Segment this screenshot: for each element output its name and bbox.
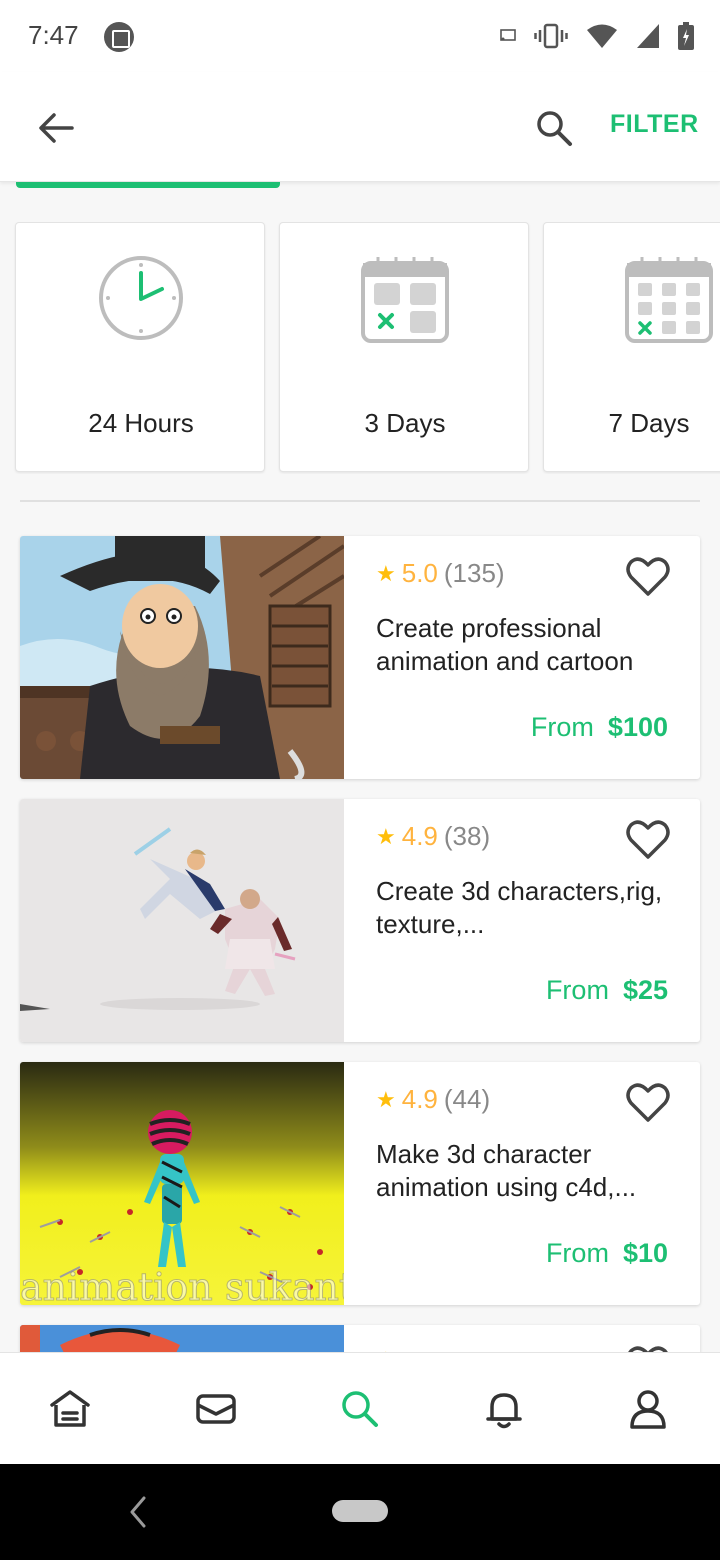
delivery-option-label: 3 Days — [364, 408, 446, 438]
gig-thumbnail[interactable] — [20, 536, 344, 779]
bell-icon — [486, 1393, 522, 1429]
gig-price: From $100 — [531, 712, 668, 743]
heart-icon[interactable] — [624, 815, 672, 863]
price-prefix: From — [530, 712, 594, 742]
price-prefix: From — [545, 975, 609, 1005]
rating-count: (44) — [443, 1084, 491, 1114]
status-time: 7:47 — [28, 20, 79, 50]
gig-title[interactable]: Create 3d characters,rig, texture,... — [376, 875, 676, 941]
price-amount: $100 — [607, 712, 668, 742]
delivery-option-7-days[interactable]: 7 Days — [543, 222, 720, 472]
pirate-cartoon-image — [20, 536, 344, 779]
user-icon — [630, 1390, 666, 1429]
rating-score: 5.0 — [401, 558, 438, 588]
nav-home[interactable] — [46, 1385, 94, 1433]
calendar-week-icon — [625, 257, 713, 343]
nav-inbox[interactable] — [192, 1385, 240, 1433]
star-icon: ★ — [376, 823, 396, 849]
system-home-pill[interactable] — [332, 1500, 388, 1522]
system-back-icon[interactable] — [128, 1494, 148, 1530]
heart-icon[interactable] — [624, 552, 672, 600]
filter-button[interactable]: FILTER — [610, 110, 699, 139]
battery-icon — [678, 22, 694, 50]
heart-icon[interactable] — [624, 1078, 672, 1126]
mail-icon — [196, 1394, 236, 1424]
gig-title[interactable]: Make 3d character animation using c4d,..… — [376, 1138, 676, 1204]
search-icon — [342, 1391, 378, 1427]
price-prefix: From — [545, 1238, 609, 1268]
rating-count: (135) — [443, 558, 505, 588]
3d-knights-image — [20, 799, 344, 1042]
gig-card[interactable]: animation sukanta ★ 4.9 (44) Make 3d cha… — [20, 1062, 700, 1305]
vibrate-icon — [534, 23, 568, 49]
calendar-icon — [361, 257, 449, 343]
signal-icon — [637, 24, 659, 48]
home-icon — [50, 1390, 90, 1427]
gig-price: From $10 — [546, 1238, 668, 1269]
gig-card[interactable]: ★ 4.9 (38) Create 3d characters,rig, tex… — [20, 799, 700, 1042]
gig-rating: ★ 5.0 (135) — [376, 558, 505, 589]
delivery-option-label: 24 Hours — [88, 408, 194, 438]
bottom-navigation — [0, 1352, 720, 1464]
gig-rating: ★ 4.9 (38) — [376, 821, 490, 852]
price-amount: $25 — [622, 975, 668, 1005]
arrow-back-icon — [39, 113, 74, 143]
back-button[interactable] — [30, 102, 82, 154]
delivery-time-options: 24 Hours 3 Days 7 Days — [0, 222, 720, 474]
gig-rating: ★ 4.9 (44) — [376, 1084, 490, 1115]
rating-score: 4.9 — [401, 821, 438, 851]
delivery-option-3-days[interactable]: 3 Days — [279, 222, 529, 472]
gig-price: From $25 — [546, 975, 668, 1006]
divider — [20, 500, 700, 502]
cast-icon — [500, 29, 516, 41]
delivery-option-label: 7 Days — [608, 408, 690, 438]
gig-thumbnail[interactable] — [20, 799, 344, 1042]
search-icon — [537, 111, 572, 146]
tab-indicator — [16, 182, 280, 188]
search-button[interactable] — [528, 102, 580, 154]
rating-count: (38) — [443, 821, 491, 851]
gig-card[interactable]: ★ 5.0 (135) Create professional animatio… — [20, 536, 700, 779]
nav-search[interactable] — [336, 1385, 384, 1433]
price-amount: $10 — [622, 1238, 668, 1268]
wifi-icon — [587, 24, 617, 48]
3d-robot-image: animation sukanta — [20, 1062, 344, 1305]
clock-icon — [99, 256, 183, 340]
system-navigation-bar — [0, 1464, 720, 1560]
rating-score: 4.9 — [401, 1084, 438, 1114]
gig-title[interactable]: Create professional animation and cartoo… — [376, 612, 676, 678]
status-icons — [500, 20, 694, 52]
nav-profile[interactable] — [624, 1385, 672, 1433]
nav-notifications[interactable] — [480, 1385, 528, 1433]
app-bar: FILTER — [0, 72, 720, 182]
svg-text:animation sukanta: animation sukanta — [20, 1265, 344, 1305]
screenshot-notification-icon — [104, 22, 134, 52]
status-bar: 7:47 — [0, 0, 720, 72]
delivery-option-24-hours[interactable]: 24 Hours — [15, 222, 265, 472]
star-icon: ★ — [376, 1086, 396, 1112]
star-icon: ★ — [376, 560, 396, 586]
gig-thumbnail[interactable]: animation sukanta — [20, 1062, 344, 1305]
